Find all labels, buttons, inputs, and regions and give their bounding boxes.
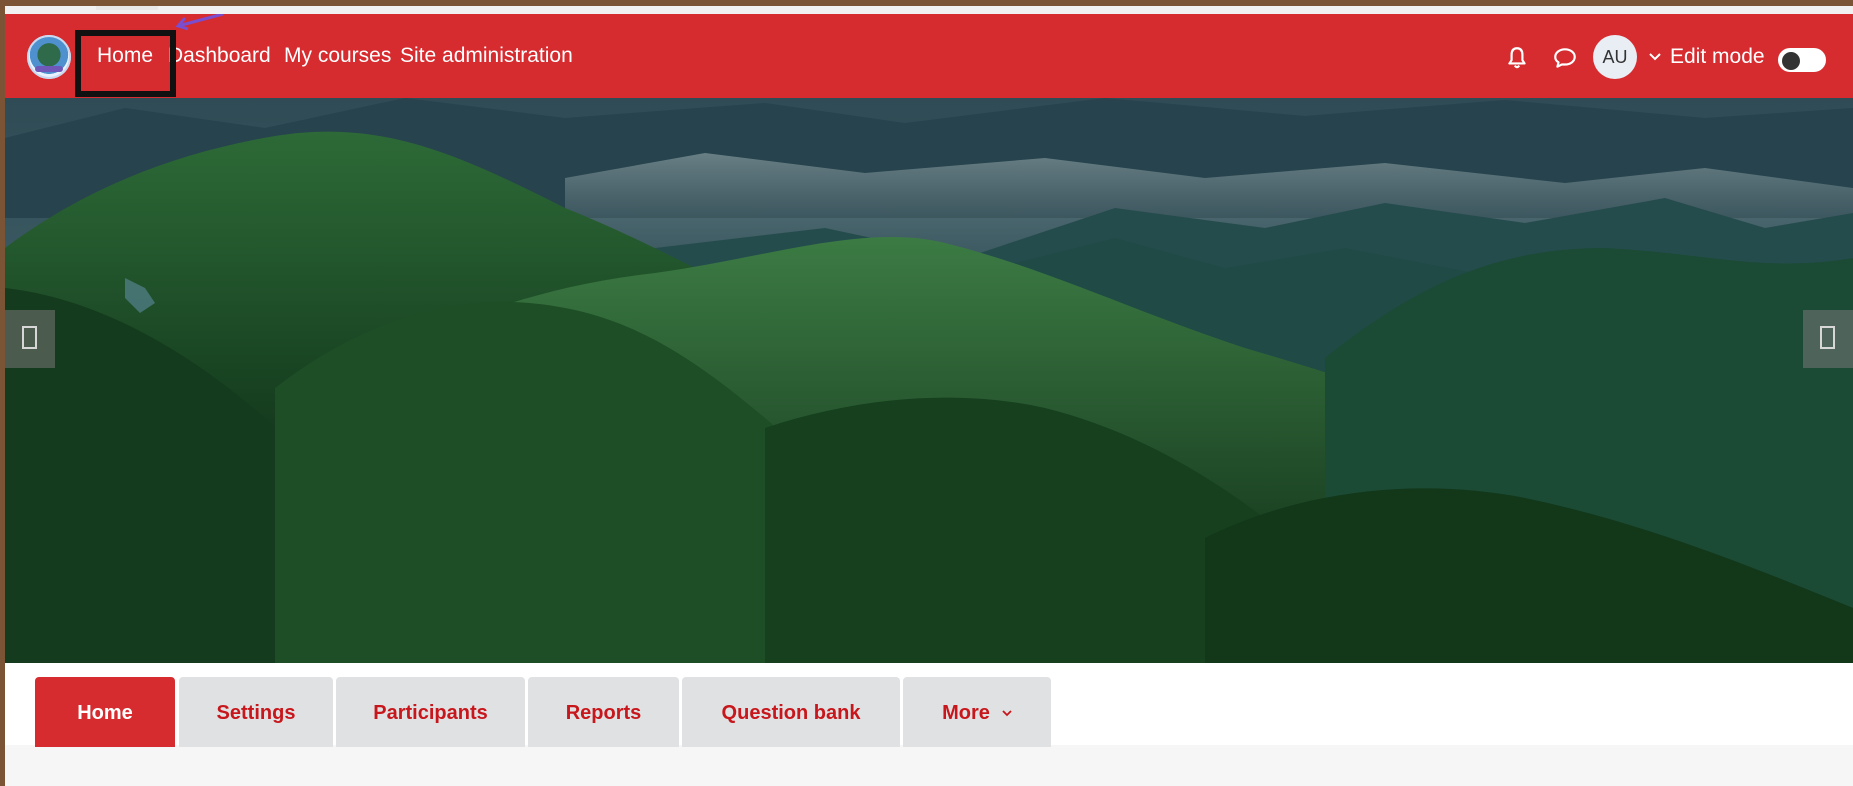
- hero-banner: [5, 98, 1853, 663]
- top-strip: [5, 6, 1853, 14]
- chevron-down-icon: [1002, 709, 1012, 716]
- nav-link-my-courses[interactable]: My courses: [284, 44, 391, 68]
- chat-icon[interactable]: [1552, 45, 1578, 71]
- nav-link-dashboard[interactable]: Dashboard: [168, 44, 271, 68]
- tab-home-label: Home: [77, 701, 133, 724]
- carousel-prev-button[interactable]: [5, 310, 55, 368]
- site-logo[interactable]: [27, 35, 71, 79]
- primary-navbar: Home Dashboard My courses Site administr…: [5, 14, 1853, 99]
- carousel-next-glyph-icon: [1820, 326, 1835, 349]
- tab-reports[interactable]: Reports: [528, 677, 679, 749]
- carousel-next-button[interactable]: [1803, 310, 1853, 368]
- chevron-down-icon[interactable]: [1648, 52, 1662, 62]
- annotation-arrow: [175, 14, 224, 31]
- annotation-highlight-box: [75, 30, 176, 97]
- tab-reports-label: Reports: [565, 701, 642, 724]
- mountain-landscape-image: [5, 98, 1853, 663]
- carousel-prev-glyph-icon: [22, 326, 37, 349]
- tab-question-bank[interactable]: Question bank: [682, 677, 900, 749]
- edit-mode-toggle[interactable]: [1778, 48, 1826, 72]
- edit-mode-label: Edit mode: [1670, 45, 1765, 68]
- tab-participants-label: Participants: [373, 701, 488, 724]
- tab-more[interactable]: More: [903, 677, 1051, 749]
- bell-icon[interactable]: [1504, 45, 1530, 71]
- tab-settings[interactable]: Settings: [179, 677, 333, 749]
- tab-question-bank-label: Question bank: [721, 701, 861, 724]
- nav-link-site-administration[interactable]: Site administration: [400, 44, 573, 68]
- tab-more-label: More: [942, 701, 990, 724]
- secondary-navigation: Home Settings Participants Reports Quest…: [5, 663, 1853, 749]
- tab-settings-label: Settings: [216, 701, 296, 724]
- top-strip-tick: [96, 6, 158, 10]
- app-window: Home Dashboard My courses Site administr…: [5, 6, 1853, 786]
- tab-participants[interactable]: Participants: [336, 677, 525, 749]
- tab-home[interactable]: Home: [35, 677, 175, 749]
- page-content-area: [5, 747, 1853, 786]
- toggle-knob: [1782, 52, 1800, 70]
- user-avatar[interactable]: AU: [1593, 35, 1637, 79]
